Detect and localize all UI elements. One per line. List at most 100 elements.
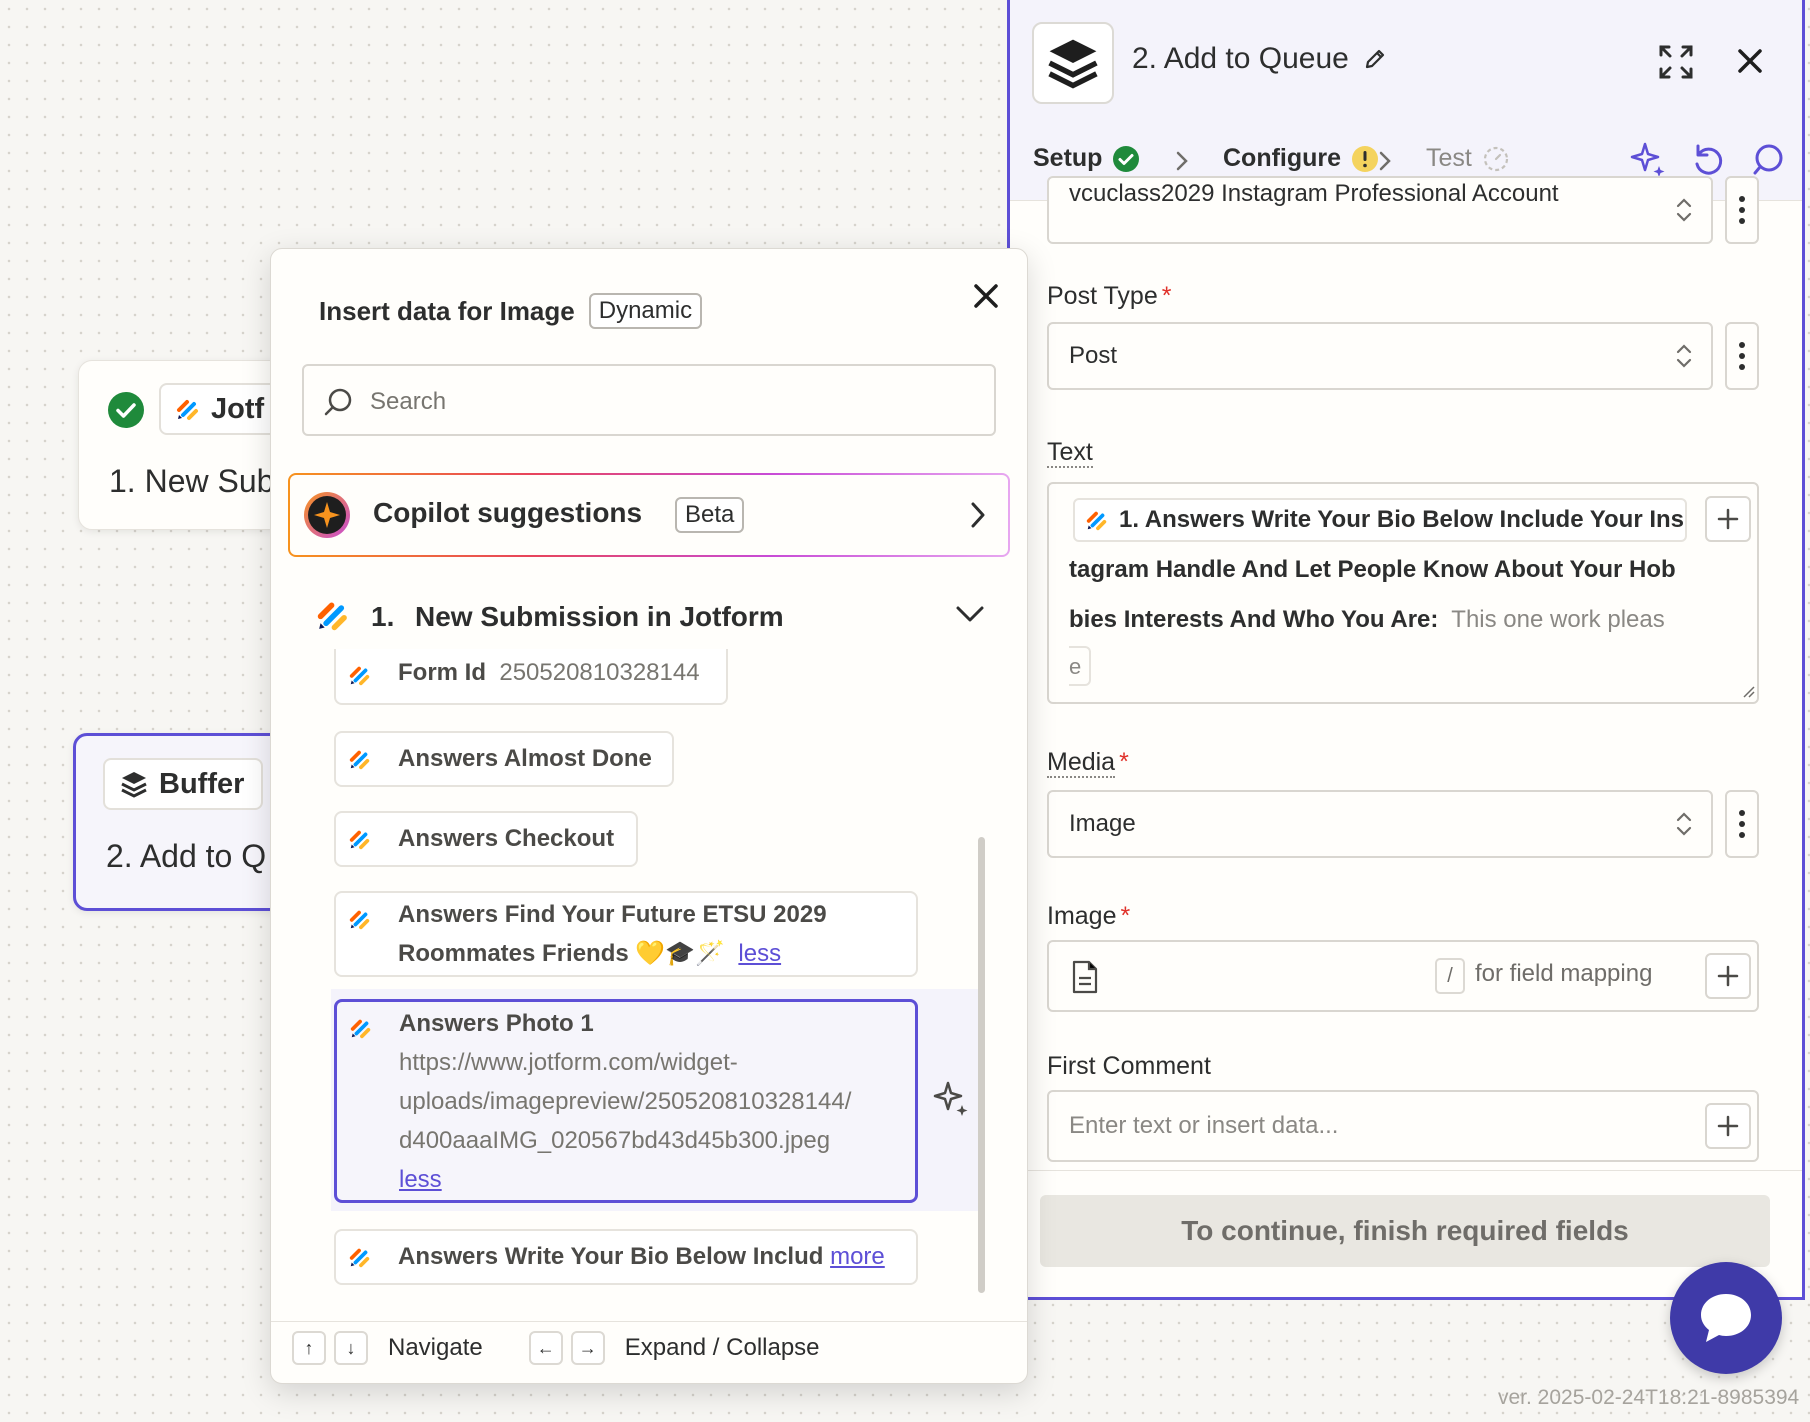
warning-icon: [1351, 145, 1379, 173]
tab-configure[interactable]: Configure: [1223, 144, 1379, 173]
tab-setup[interactable]: Setup: [1033, 144, 1140, 173]
select-arrows-icon: [1675, 196, 1693, 224]
resize-handle-icon[interactable]: [1741, 684, 1755, 698]
account-select[interactable]: vcuclass2029 Instagram Professional Acco…: [1047, 176, 1713, 244]
buffer-logo-icon: [119, 769, 149, 799]
select-arrows-icon: [1675, 810, 1693, 838]
list-item-form-id[interactable]: Form Id 250520810328144: [334, 649, 728, 705]
mapped-field-text-line: bies Interests And Who You Are: This one…: [1069, 606, 1665, 633]
post-type-label: Post Type *: [1047, 282, 1172, 310]
group-header-new-submission[interactable]: 1. New Submission in Jotform: [315, 591, 995, 641]
scrollbar[interactable]: [978, 837, 985, 1293]
panel-header: 2. Add to Queue: [1010, 0, 1802, 122]
version-label: ver. 2025-02-24T18:21-8985394: [1498, 1386, 1800, 1409]
sparkle-icon[interactable]: [931, 1079, 971, 1119]
search-placeholder: Search: [370, 388, 447, 415]
jotform-logo-icon: [348, 1245, 372, 1269]
less-link[interactable]: less: [399, 1166, 442, 1193]
down-key: ↓: [334, 1331, 368, 1365]
beta-badge: Beta: [675, 497, 745, 533]
select-arrows-icon: [1675, 342, 1693, 370]
first-comment-placeholder: Enter text or insert data...: [1069, 1112, 1339, 1139]
media-options-button[interactable]: [1725, 790, 1759, 858]
close-icon[interactable]: [1735, 46, 1765, 76]
step-config-panel: 2. Add to Queue Setup Configure Test vcu…: [1007, 0, 1805, 1300]
right-key: →: [570, 1331, 605, 1365]
keyboard-hints: ↑ ↓ Navigate ← → Expand / Collapse: [292, 1331, 820, 1365]
divider: [1010, 1170, 1802, 1171]
tab-test[interactable]: Test: [1426, 144, 1510, 173]
copilot-logo-icon: [303, 491, 351, 539]
up-key: ↑: [292, 1331, 326, 1365]
comment-icon[interactable]: [1750, 142, 1786, 178]
list-item-photo-1[interactable]: Answers Photo 1 https://www.jotform.com/…: [334, 999, 918, 1203]
group-number: 1.: [371, 601, 395, 632]
mapped-field-text-line: tagram Handle And Let People Know About …: [1069, 556, 1676, 583]
list-item-checkout[interactable]: Answers Checkout: [334, 811, 638, 867]
check-circle-icon: [107, 391, 145, 429]
media-label: Media *: [1047, 748, 1129, 778]
popup-header: Insert data for Image Dynamic: [319, 293, 703, 329]
account-options-button[interactable]: [1725, 176, 1759, 244]
jotform-logo-icon: [175, 396, 201, 422]
popup-title: Insert data for Image: [319, 295, 575, 326]
post-type-select[interactable]: Post: [1047, 322, 1713, 390]
text-insert-button[interactable]: [1705, 496, 1751, 542]
chevron-right-icon: [970, 501, 986, 529]
jotform-logo-icon: [348, 907, 372, 931]
plus-icon: [1716, 1114, 1740, 1138]
step2-title: 2. Add to Q: [106, 838, 267, 874]
document-icon: [1071, 960, 1099, 994]
jotform-logo-icon: [315, 597, 351, 633]
undo-icon[interactable]: [1690, 142, 1726, 178]
first-comment-insert-button[interactable]: [1705, 1103, 1751, 1149]
buffer-logo-icon: [1032, 22, 1114, 104]
image-insert-button[interactable]: [1705, 953, 1751, 999]
chat-button[interactable]: [1670, 1262, 1782, 1374]
plus-icon: [1716, 964, 1740, 988]
search-icon: [322, 386, 354, 418]
jotform-logo-icon: [1085, 508, 1109, 532]
jotform-logo-icon: [348, 747, 372, 771]
continue-button[interactable]: To continue, finish required fields: [1040, 1195, 1770, 1267]
group-title: New Submission in Jotform: [415, 601, 784, 632]
copilot-label: Copilot suggestions: [373, 497, 643, 528]
mapped-field-pill[interactable]: 1. Answers Write Your Bio Below Include …: [1073, 498, 1687, 542]
image-field[interactable]: / for field mapping: [1047, 940, 1759, 1012]
list-item-find-your-future[interactable]: Answers Find Your Future ETSU 2029 Roomm…: [334, 891, 918, 977]
copilot-suggestions[interactable]: Copilot suggestions Beta: [288, 473, 1010, 557]
close-icon[interactable]: [971, 281, 1001, 311]
left-key: ←: [528, 1331, 563, 1365]
search-input[interactable]: Search: [302, 364, 996, 436]
text-label: Text: [1047, 438, 1093, 468]
image-label: Image *: [1047, 902, 1131, 930]
jotform-logo-icon: [348, 663, 372, 687]
insert-data-popup: Insert data for Image Dynamic Search Cop…: [270, 248, 1028, 1384]
check-circle-icon: [1112, 145, 1140, 173]
less-link[interactable]: less: [738, 940, 781, 967]
chevron-right-icon: [1175, 150, 1189, 172]
first-comment-field[interactable]: Enter text or insert data...: [1047, 1090, 1759, 1162]
chevron-right-icon: [1378, 150, 1392, 172]
mapped-field-value-tail: e: [1069, 646, 1091, 686]
expand-icon[interactable]: [1658, 44, 1694, 80]
chevron-down-icon: [955, 605, 985, 623]
app-chip-buffer: Buffer: [103, 758, 263, 810]
expand-collapse-hint: Expand / Collapse: [624, 1334, 820, 1361]
field-mapping-hint: for field mapping: [1475, 960, 1653, 987]
timer-icon: [1482, 145, 1510, 173]
text-field[interactable]: 1. Answers Write Your Bio Below Include …: [1047, 482, 1759, 704]
post-type-options-button[interactable]: [1725, 322, 1759, 390]
first-comment-label: First Comment: [1047, 1052, 1211, 1080]
list-item-almost-done[interactable]: Answers Almost Done: [334, 731, 674, 787]
navigate-hint: Navigate: [388, 1334, 483, 1361]
plus-icon: [1716, 507, 1740, 531]
panel-title: 2. Add to Queue: [1132, 42, 1349, 75]
sparkle-icon[interactable]: [1628, 140, 1668, 180]
jotform-logo-icon: [348, 827, 372, 851]
more-link[interactable]: more: [830, 1243, 885, 1270]
media-select[interactable]: Image: [1047, 790, 1713, 858]
slash-shortcut-key: /: [1435, 958, 1465, 994]
list-item-write-your-bio[interactable]: Answers Write Your Bio Below Includ more: [334, 1229, 918, 1285]
edit-pencil-icon[interactable]: [1362, 46, 1388, 72]
